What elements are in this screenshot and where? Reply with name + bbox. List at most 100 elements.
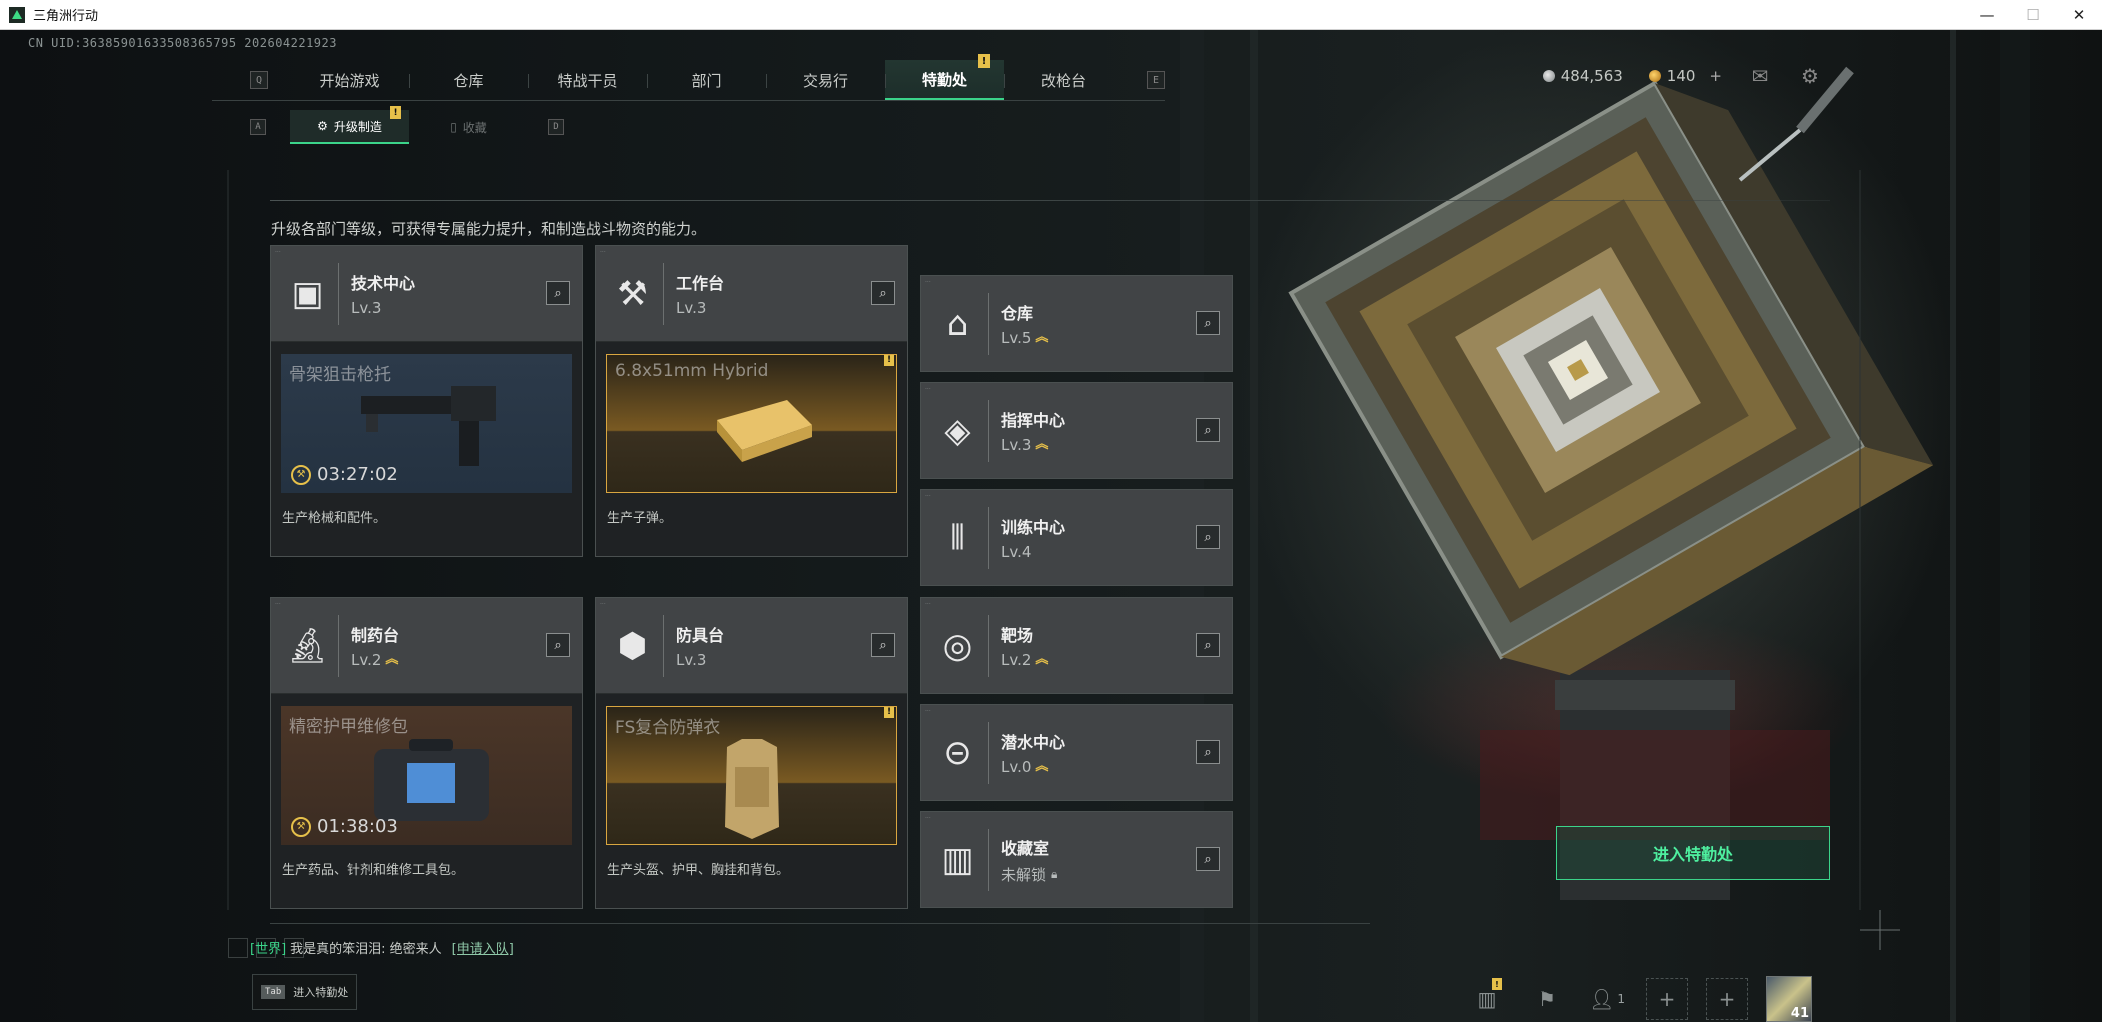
page-description: 升级各部门等级，可获得专属能力提升，和制造战斗物资的能力。 [271, 220, 707, 238]
production-description: 生产枪械和配件。 [282, 511, 387, 526]
flag-icon[interactable]: ⚑ [1526, 978, 1568, 1020]
add-teammate-slot-2[interactable]: + [1706, 978, 1748, 1020]
production-panel[interactable]: 6.8x51mm Hybrid ! 生产子弹。 [596, 341, 907, 556]
clock-icon: ⚒ [291, 464, 311, 485]
search-icon[interactable]: ⌕ [1196, 633, 1220, 657]
subtab-collection[interactable]: ▯ 收藏 [409, 110, 528, 144]
department-name: 潜水中心 [1001, 733, 1066, 752]
department-card-command-center[interactable]: ··· ◈ 指挥中心 Lv.3 ︽ ⌕ [920, 382, 1233, 479]
search-icon[interactable]: ⌕ [1196, 311, 1220, 335]
production-slot[interactable]: FS复合防弹衣 ! [606, 706, 897, 845]
department-card-diving-center[interactable]: ··· ⊝ 潜水中心 Lv.0 ︽ ⌕ [920, 704, 1233, 801]
upgrade-arrow-icon: ︽ [1035, 652, 1049, 668]
tab-warehouse[interactable]: 仓库 [409, 60, 528, 100]
card-info: 靶场 Lv.2 ︽ [1001, 622, 1048, 669]
tab-departments[interactable]: 部门 [647, 60, 766, 100]
player-level: 41 [1790, 1006, 1809, 1021]
minimize-button[interactable]: — [1964, 0, 2010, 30]
maximize-button[interactable]: ☐ [2010, 0, 2056, 30]
enter-special-ops-button[interactable]: 进入特勤处 [1556, 826, 1830, 880]
department-card-training-center[interactable]: ··· ⦀ 训练中心 Lv.4 ⌕ [920, 489, 1233, 586]
level-text: Lv.0 [1001, 758, 1032, 776]
settings-gear-icon[interactable]: ⚙ [1798, 64, 1822, 88]
tab-label: 开始游戏 [319, 71, 380, 90]
department-level: 未解锁 🔒︎ [1001, 864, 1057, 885]
department-card-workbench[interactable]: ··· ⚒ 工作台 Lv.3 ⌕ 6.8x51mm Hybrid ! 生产子弹。 [595, 245, 908, 557]
search-icon[interactable]: ⌕ [1196, 525, 1220, 549]
production-slot[interactable]: 6.8x51mm Hybrid ! [606, 354, 897, 493]
team-members-icon[interactable]: 👤︎ 1 [1586, 978, 1628, 1020]
alert-badge: ! [1492, 978, 1502, 990]
rifle-stock-image [361, 386, 496, 466]
stats-chart-icon[interactable]: ▥! [1466, 978, 1508, 1020]
mail-icon[interactable]: ✉ [1748, 64, 1772, 88]
add-gold-button[interactable]: + [1709, 67, 1722, 85]
alert-badge: ! [978, 54, 990, 68]
search-icon[interactable]: ⌕ [546, 281, 570, 305]
close-button[interactable]: ✕ [2056, 0, 2102, 30]
card-info: 技术中心 Lv.3 [351, 270, 415, 317]
microscope-icon: 🔬︎ [277, 614, 339, 677]
tab-trading[interactable]: 交易行 [766, 60, 885, 100]
department-card-collection-room[interactable]: ··· ▥ 收藏室 未解锁 🔒︎ ⌕ [920, 811, 1233, 908]
department-level: Lv.0 ︽ [1001, 758, 1065, 776]
search-icon[interactable]: ⌕ [871, 633, 895, 657]
tab-special-ops[interactable]: 特勤处! [885, 54, 1004, 100]
search-icon[interactable]: ⌕ [546, 633, 570, 657]
production-panel[interactable]: 骨架狙击枪托 ⚒ 03:27:02 生产枪械和配件。 [271, 341, 582, 556]
gold-currency[interactable]: 140 + [1648, 67, 1722, 85]
add-teammate-slot-1[interactable]: + [1646, 978, 1688, 1020]
production-slot[interactable]: 精密护甲维修包 ⚒ 01:38:03 [281, 706, 572, 845]
search-icon[interactable]: ⌕ [1196, 418, 1220, 442]
department-card-shooting-range[interactable]: ··· ◎ 靶场 Lv.2 ︽ ⌕ [920, 597, 1233, 694]
chat-message: [世界] 我是真的笨泪泪: 绝密来人 [申请入队] [250, 938, 514, 957]
upgrade-arrow-icon: ︽ [1035, 759, 1049, 775]
product-name: FS复合防弹衣 [615, 718, 721, 738]
department-level: Lv.4 [1001, 543, 1065, 561]
department-card-pharmacy[interactable]: ··· 🔬︎ 制药台 Lv.2 ︽ ⌕ 精密护甲维修包 ⚒ 01:38:03 生… [270, 597, 583, 909]
card-info: 防具台 Lv.3 [676, 622, 724, 669]
level-text: Lv.3 [1001, 436, 1032, 454]
tab-shortcut-hint[interactable]: Tab 进入特勤处 [252, 974, 357, 1010]
tech-center-icon: ▣ [277, 262, 339, 325]
timer-text: 01:38:03 [317, 816, 398, 837]
level-text: Lv.3 [676, 299, 707, 317]
department-card-warehouse[interactable]: ··· ⌂ 仓库 Lv.5 ︽ ⌕ [920, 275, 1233, 372]
product-name: 6.8x51mm Hybrid [615, 361, 769, 381]
card-header: ··· ⦀ 训练中心 Lv.4 ⌕ [921, 490, 1232, 585]
tab-start-game[interactable]: 开始游戏 [290, 60, 409, 100]
department-level: Lv.3 [351, 299, 415, 317]
chip-icon: ◈ [927, 399, 989, 462]
apply-join-team-link[interactable]: [申请入队] [452, 938, 514, 957]
production-slot[interactable]: 骨架狙击枪托 ⚒ 03:27:02 [281, 354, 572, 493]
armor-cubes-icon: ⬢ [602, 614, 664, 677]
production-panel[interactable]: FS复合防弹衣 ! 生产头盔、护甲、胸挂和背包。 [596, 693, 907, 908]
nav-prev-key-hint: Q [250, 71, 268, 89]
search-icon[interactable]: ⌕ [1196, 740, 1220, 764]
player-avatar[interactable]: 41 [1766, 976, 1812, 1022]
department-level: Lv.3 [676, 299, 724, 317]
trophy-case-icon: ▥ [927, 828, 989, 891]
player-uid: CN UID:36385901633508365795 202604221923 [28, 36, 337, 50]
clock-icon: ⚒ [291, 816, 311, 837]
production-panel[interactable]: 精密护甲维修包 ⚒ 01:38:03 生产药品、针剂和维修工具包。 [271, 693, 582, 908]
department-card-armor-bench[interactable]: ··· ⬢ 防具台 Lv.3 ⌕ FS复合防弹衣 ! 生产头盔、护甲、胸挂和背包… [595, 597, 908, 909]
card-info: 仓库 Lv.5 ︽ [1001, 300, 1048, 347]
department-level: Lv.3 ︽ [1001, 436, 1065, 454]
card-info: 指挥中心 Lv.3 ︽ [1001, 407, 1065, 454]
department-card-tech-center[interactable]: ··· ▣ 技术中心 Lv.3 ⌕ 骨架狙击枪托 ⚒ 03:27:02 生产枪械… [270, 245, 583, 557]
subtab-upgrade-craft[interactable]: ⚙ 升级制造 ! [290, 106, 409, 144]
chat-text: 我是真的笨泪泪: 绝密来人 [290, 942, 442, 957]
tab-operators[interactable]: 特战干员 [528, 60, 647, 100]
app-logo-icon [9, 6, 25, 23]
card-corner-mark: ··· [600, 249, 606, 256]
card-header: ··· ⌂ 仓库 Lv.5 ︽ ⌕ [921, 276, 1232, 371]
hint-label: 进入特勤处 [293, 986, 349, 999]
card-header: ··· ◎ 靶场 Lv.2 ︽ ⌕ [921, 598, 1232, 693]
level-text: Lv.3 [351, 299, 382, 317]
search-icon[interactable]: ⌕ [871, 281, 895, 305]
production-description: 生产子弹。 [607, 511, 673, 526]
search-icon[interactable]: ⌕ [1196, 847, 1220, 871]
tab-gunsmith[interactable]: 改枪台 [1004, 60, 1123, 100]
alert-badge: ! [390, 106, 401, 119]
